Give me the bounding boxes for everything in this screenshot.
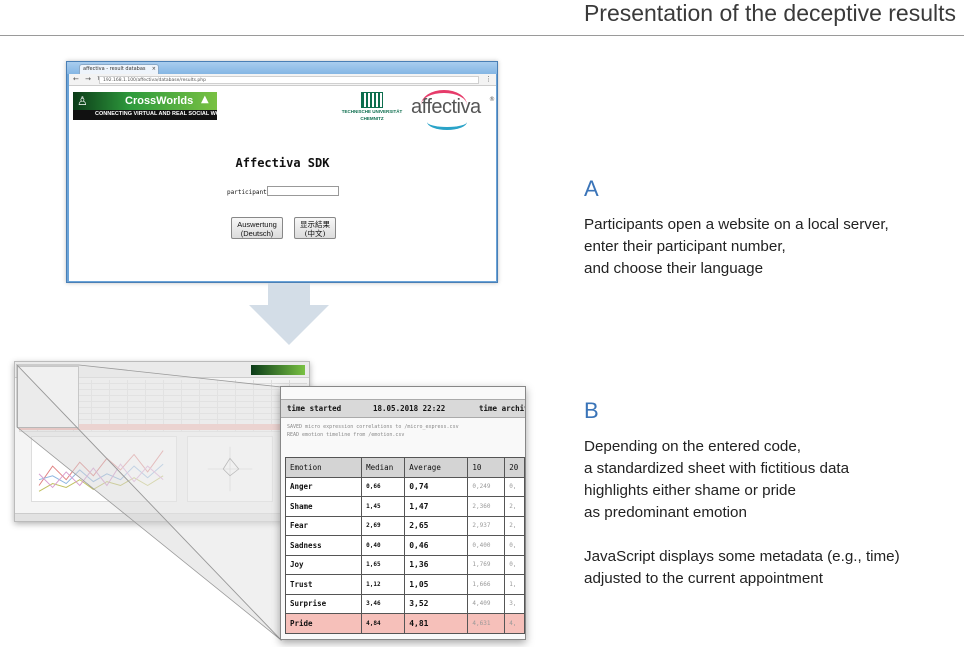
value-cell: 2,360	[467, 496, 506, 517]
text-line: adjusted to the current appointment	[584, 570, 823, 587]
table-row: Sadness 0,40 0,46 0,400 0,	[284, 535, 525, 556]
emotion-cell: Pride	[284, 613, 363, 634]
average-cell: 4,81	[404, 613, 469, 634]
table-row: Surprise 3,46 3,52 4,409 3,	[284, 593, 525, 614]
text-line: highlights either shame or pride	[584, 482, 796, 499]
text-line: as predominant emotion	[584, 504, 747, 521]
value-cell: 1,769	[467, 554, 506, 575]
column-header: 10	[467, 457, 506, 478]
average-cell: 1,36	[404, 554, 469, 575]
section-b-label: B	[584, 398, 599, 423]
average-cell: 1,47	[404, 496, 469, 517]
value-cell: 2,	[504, 515, 525, 536]
table-row: Fear 2,69 2,65 2,937 2,	[284, 515, 525, 536]
value-cell: 1,	[504, 574, 525, 595]
value-cell: 1,666	[467, 574, 506, 595]
table-header-row: Emotion Median Average 10 20	[284, 457, 525, 478]
average-cell: 1,05	[404, 574, 469, 595]
emotion-cell: Shame	[284, 496, 363, 517]
section-a-text: Participants open a website on a local s…	[584, 214, 889, 280]
value-cell: 0,	[504, 554, 525, 575]
time-archive-label: time archiv	[479, 404, 526, 413]
log-line: SAVED micro expression correlations to /…	[287, 424, 459, 430]
text-line: JavaScript displays some metadata (e.g.,…	[584, 548, 900, 565]
median-cell: 1,12	[361, 574, 406, 595]
time-started-value: 18.05.2018 22:22	[373, 404, 446, 413]
value-cell: 0,	[504, 476, 525, 497]
text-line: Participants open a website on a local s…	[584, 216, 889, 233]
text-line: and choose their language	[584, 260, 764, 277]
zoomed-results-table: time started 18.05.2018 22:22 time archi…	[280, 386, 526, 640]
median-cell: 2,69	[361, 515, 406, 536]
average-cell: 0,74	[404, 476, 469, 497]
emotion-cell: Surprise	[284, 593, 363, 614]
value-cell: 4,	[504, 613, 525, 634]
section-b-metadata-text: JavaScript displays some metadata (e.g.,…	[584, 546, 900, 590]
value-cell: 2,937	[467, 515, 506, 536]
median-cell: 0,66	[361, 476, 406, 497]
table-row-highlighted: Pride 4,84 4,81 4,631 4,	[284, 613, 525, 634]
time-header: time started 18.05.2018 22:22 time archi…	[281, 399, 525, 418]
value-cell: 0,	[504, 535, 525, 556]
emotion-cell: Anger	[284, 476, 363, 497]
table-row: Shame 1,45 1,47 2,360 2,	[284, 496, 525, 517]
log-output: SAVED micro expression correlations to /…	[287, 423, 459, 439]
median-cell: 1,45	[361, 496, 406, 517]
median-cell: 1,65	[361, 554, 406, 575]
median-cell: 4,84	[361, 613, 406, 634]
median-cell: 3,46	[361, 593, 406, 614]
table-row: Joy 1,65 1,36 1,769 0,	[284, 554, 525, 575]
log-line: READ emotion timeline from /emotion.csv	[287, 432, 405, 438]
table-row: Anger 0,66 0,74 0,249 0,	[284, 476, 525, 497]
average-cell: 0,46	[404, 535, 469, 556]
section-a-label: A	[584, 176, 599, 201]
column-header: Median	[361, 457, 406, 478]
value-cell: 0,249	[467, 476, 506, 497]
emotion-cell: Joy	[284, 554, 363, 575]
emotion-cell: Sadness	[284, 535, 363, 556]
average-cell: 3,52	[404, 593, 469, 614]
emotion-cell: Trust	[284, 574, 363, 595]
text-line: a standardized sheet with fictitious dat…	[584, 460, 850, 477]
text-line: enter their participant number,	[584, 238, 786, 255]
value-cell: 4,409	[467, 593, 506, 614]
column-header: 20	[504, 457, 525, 478]
emotion-cell: Fear	[284, 515, 363, 536]
median-cell: 0,40	[361, 535, 406, 556]
table-row: Trust 1,12 1,05 1,666 1,	[284, 574, 525, 595]
value-cell: 3,	[504, 593, 525, 614]
value-cell: 0,400	[467, 535, 506, 556]
text-line: Depending on the entered code,	[584, 438, 802, 455]
emotion-table: Emotion Median Average 10 20 Anger 0,66 …	[284, 457, 525, 634]
section-b-text: Depending on the entered code, a standar…	[584, 436, 849, 524]
average-cell: 2,65	[404, 515, 469, 536]
column-header: Emotion	[284, 457, 363, 478]
value-cell: 4,631	[467, 613, 506, 634]
column-header: Average	[404, 457, 469, 478]
value-cell: 2,	[504, 496, 525, 517]
time-started-label: time started	[287, 404, 342, 413]
